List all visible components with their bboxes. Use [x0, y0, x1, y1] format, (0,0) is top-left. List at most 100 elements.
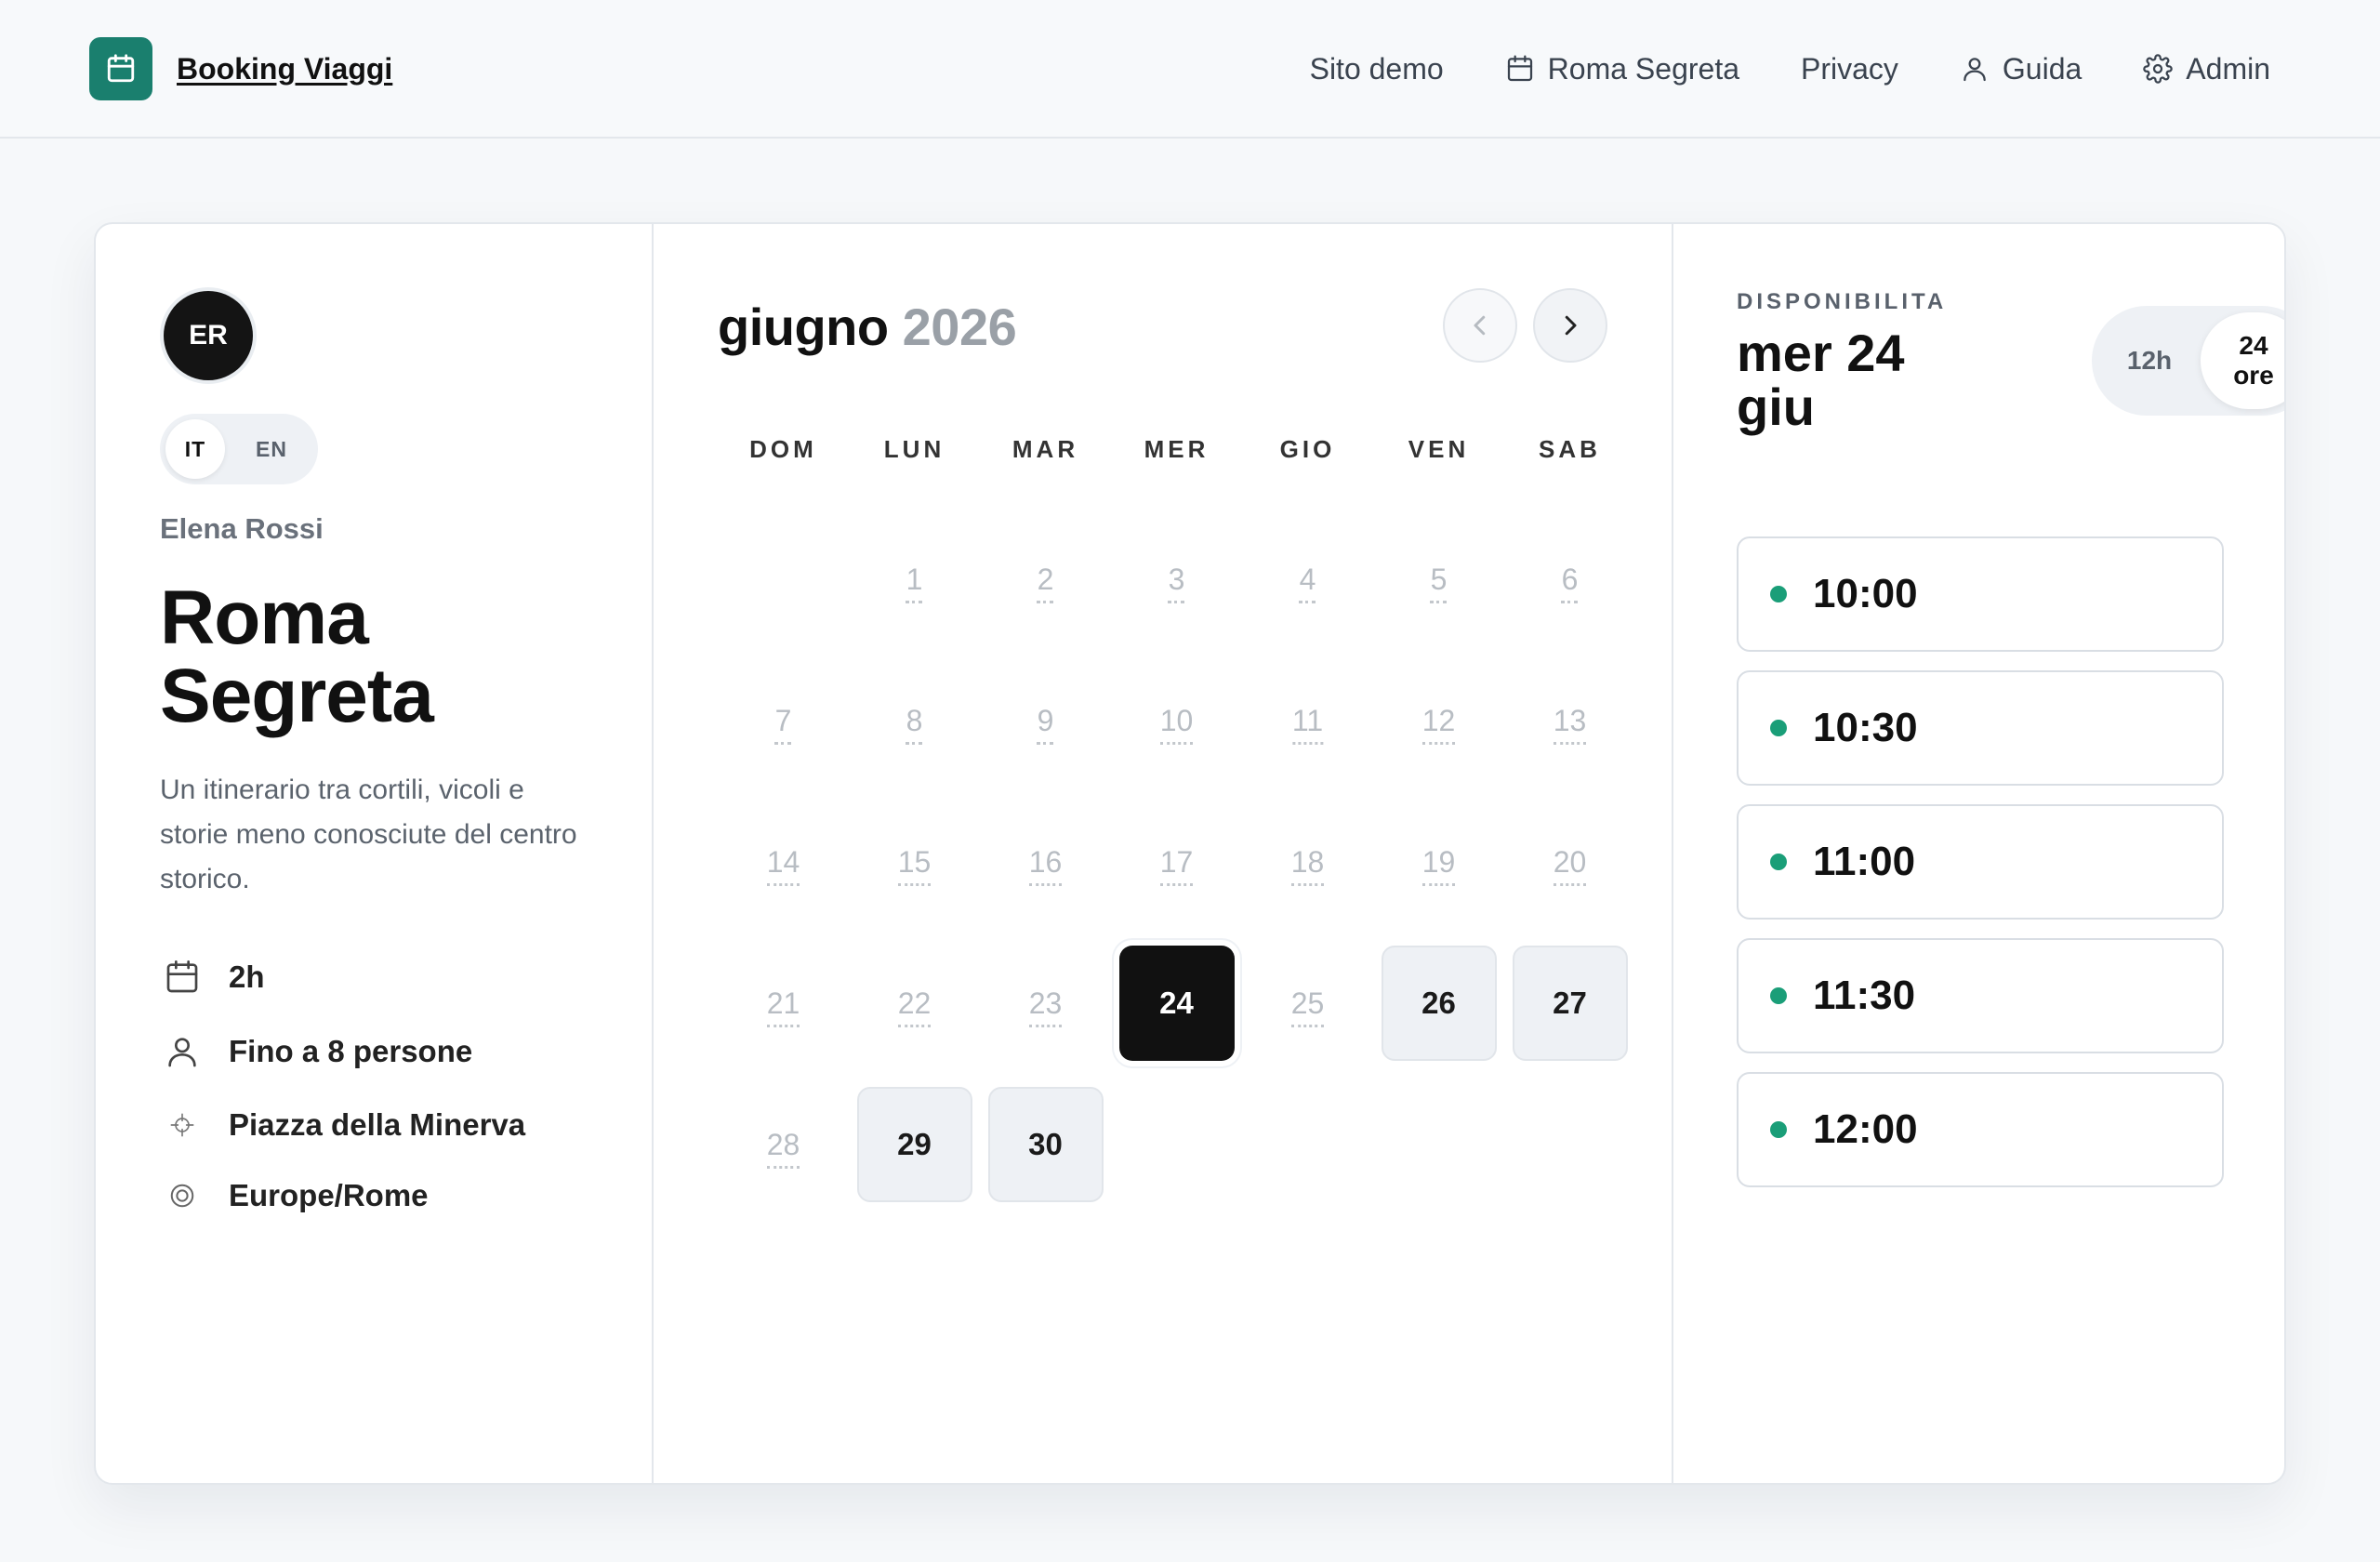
- day-number: 10: [1159, 704, 1194, 737]
- calendar-day-1: 1: [849, 509, 980, 650]
- calendar-day-20: 20: [1504, 791, 1635, 933]
- avatar: ER: [164, 291, 253, 380]
- day-number: 24: [1159, 986, 1194, 1020]
- calendar-logo-icon: [89, 37, 152, 100]
- chevron-right-icon: [1565, 315, 1577, 336]
- day-button[interactable]: 30: [987, 1087, 1104, 1202]
- calendar-blank-cell: [718, 509, 849, 650]
- slot-time: 11:00: [1813, 839, 1916, 884]
- available-dot-icon: [1770, 586, 1787, 602]
- nav-guida[interactable]: Guida: [1960, 52, 2082, 86]
- calendar-day-30[interactable]: 30: [980, 1074, 1111, 1215]
- calendar-day-3: 3: [1111, 509, 1242, 650]
- calendar-day-5: 5: [1373, 509, 1504, 650]
- lang-it-button[interactable]: IT: [165, 419, 225, 479]
- weekday-label: LUN: [883, 435, 945, 463]
- day-number: 9: [1037, 704, 1054, 737]
- meta-timezone: Europe/Rome: [164, 1161, 525, 1230]
- event-title: Roma Segreta: [160, 576, 434, 738]
- calendar-day-10: 10: [1111, 650, 1242, 791]
- brand-link[interactable]: Booking Viaggi: [89, 37, 392, 100]
- day-button[interactable]: 27: [1512, 946, 1628, 1061]
- day-number: 28: [766, 1128, 800, 1161]
- calendar-day-11: 11: [1242, 650, 1373, 791]
- event-description: Un itinerario tra cortili, vicoli e stor…: [160, 774, 577, 894]
- calendar-day-2: 2: [980, 509, 1111, 650]
- slot-time: 12:00: [1813, 1106, 1918, 1152]
- slot-time: 10:30: [1813, 705, 1918, 750]
- calendar-day-16: 16: [980, 791, 1111, 933]
- nav-roma-segreta[interactable]: Roma Segreta: [1505, 52, 1739, 86]
- day-number: 25: [1290, 986, 1325, 1020]
- day-number: 13: [1553, 704, 1587, 737]
- calendar-day-26[interactable]: 26: [1373, 933, 1504, 1074]
- available-dot-icon: [1770, 1121, 1787, 1138]
- meta-capacity: Fino a 8 persone: [164, 1014, 525, 1089]
- lang-en-button[interactable]: EN: [242, 419, 301, 479]
- booking-card: ER IT EN Elena Rossi Roma Segreta Un iti…: [94, 222, 2286, 1485]
- event-info-panel: ER IT EN Elena Rossi Roma Segreta Un iti…: [96, 224, 654, 1483]
- calendar-icon: [164, 959, 201, 996]
- availability-panel: DISPONIBILITA mer 24 giu 12h 24 ore 10:0…: [1673, 224, 2284, 1483]
- available-dot-icon: [1770, 987, 1787, 1004]
- calendar-day-7: 7: [718, 650, 849, 791]
- time-slot-button[interactable]: 10:30: [1737, 670, 2224, 786]
- day-number: 16: [1028, 845, 1063, 879]
- nav-admin[interactable]: Admin: [2143, 52, 2270, 86]
- event-meta: 2h Fino a 8 persone Piazza della Minerva: [164, 940, 525, 1230]
- calendar-panel: giugno 2026 DOM LUN MAR MER GIO VEN SAB …: [654, 224, 1673, 1483]
- calendar-day-14: 14: [718, 791, 849, 933]
- day-number: 18: [1290, 845, 1325, 879]
- next-month-button[interactable]: [1533, 288, 1607, 363]
- nav-privacy[interactable]: Privacy: [1801, 52, 1898, 86]
- format-24h-button[interactable]: 24 ore: [2201, 312, 2284, 409]
- day-number: 4: [1299, 563, 1316, 596]
- calendar-day-6: 6: [1504, 509, 1635, 650]
- calendar-day-24[interactable]: 24: [1111, 933, 1242, 1074]
- time-slot-button[interactable]: 12:00: [1737, 1072, 2224, 1187]
- availability-label: DISPONIBILITA: [1737, 289, 1948, 314]
- day-number: 1: [906, 563, 923, 596]
- month-name: giugno: [718, 298, 889, 356]
- calendar-day-23: 23: [980, 933, 1111, 1074]
- calendar-day-28: 28: [718, 1074, 849, 1215]
- slot-time: 11:30: [1813, 973, 1916, 1018]
- chevron-left-icon: [1474, 315, 1486, 336]
- calendar-day-15: 15: [849, 791, 980, 933]
- slot-time: 10:00: [1813, 571, 1918, 616]
- day-number: 17: [1159, 845, 1194, 879]
- weekday-label: VEN: [1408, 435, 1470, 463]
- day-number: 3: [1168, 563, 1185, 596]
- nav-label: Privacy: [1801, 51, 1898, 86]
- capacity-value: Fino a 8 persone: [229, 1034, 473, 1068]
- time-slot-button[interactable]: 11:00: [1737, 804, 2224, 920]
- calendar-day-4: 4: [1242, 509, 1373, 650]
- weekday-header: DOM LUN MAR MER GIO VEN SAB: [718, 430, 1634, 468]
- format-12h-button[interactable]: 12h: [2098, 312, 2201, 409]
- calendar-day-12: 12: [1373, 650, 1504, 791]
- day-button[interactable]: 26: [1381, 946, 1497, 1061]
- crosshair-icon: [164, 1106, 201, 1144]
- day-button[interactable]: 24: [1118, 946, 1235, 1061]
- month-title: giugno 2026: [718, 297, 1017, 357]
- host-name: Elena Rossi: [160, 512, 324, 545]
- language-toggle: IT EN: [160, 414, 318, 484]
- day-number: 27: [1553, 986, 1587, 1020]
- time-format-toggle: 12h 24 ore: [2092, 306, 2284, 416]
- day-number: 5: [1430, 563, 1448, 596]
- calendar-day-9: 9: [980, 650, 1111, 791]
- weekday-label: SAB: [1539, 435, 1601, 463]
- calendar-day-29[interactable]: 29: [849, 1074, 980, 1215]
- day-button[interactable]: 29: [856, 1087, 972, 1202]
- day-grid: 1 2 3 4 5 6 7 8 9 10 11 12 13 14 15 16 17 18 19 20 21 22 23 24 2…: [718, 509, 1634, 1215]
- time-slot-button[interactable]: 10:00: [1737, 536, 2224, 652]
- day-number: 6: [1561, 563, 1579, 596]
- prev-month-button[interactable]: [1443, 288, 1517, 363]
- calendar-day-27[interactable]: 27: [1504, 933, 1635, 1074]
- weekday-label: MAR: [1012, 435, 1079, 463]
- time-slot-button[interactable]: 11:30: [1737, 938, 2224, 1053]
- main-nav: Sito demo Roma Segreta Privacy Guida Adm…: [1310, 37, 2270, 100]
- day-number: 22: [897, 986, 932, 1020]
- nav-sito-demo[interactable]: Sito demo: [1310, 52, 1444, 86]
- location-value: Piazza della Minerva: [229, 1107, 526, 1142]
